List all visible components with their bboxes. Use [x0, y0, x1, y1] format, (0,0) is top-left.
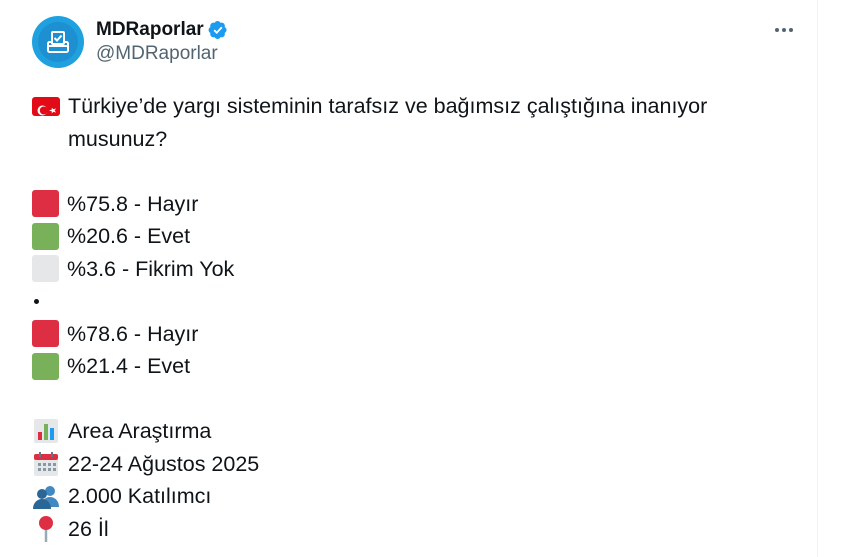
pin-icon [32, 515, 60, 543]
display-name[interactable]: MDRaporlar [96, 18, 204, 42]
separator [32, 285, 792, 318]
green-square-icon [32, 222, 59, 250]
question-line: Türkiye’de yargı sisteminin tarafsız ve … [32, 90, 792, 155]
result-row: %20.6 - Evet [32, 220, 792, 253]
participants-line: 2.000 Katılımcı [32, 480, 792, 513]
source-line: Area Araştırma [32, 415, 792, 448]
people-icon [32, 482, 60, 510]
author-names: MDRaporlar @MDRaporlar [96, 18, 228, 66]
red-square-icon [32, 320, 59, 348]
date-text: 22-24 Ağustos 2025 [68, 451, 260, 476]
tweet-header: MDRaporlar @MDRaporlar [32, 14, 228, 70]
result-text: %20.6 - Evet [67, 224, 191, 248]
result-text: %75.8 - Hayır [67, 191, 199, 216]
date-line: 22-24 Ağustos 2025 [32, 448, 792, 481]
tweet-text: Türkiye’de yargı sisteminin tarafsız ve … [32, 90, 792, 545]
more-options-icon[interactable] [766, 18, 802, 42]
white-square-icon [32, 255, 59, 283]
provinces-text: 26 İl [68, 516, 109, 541]
green-square-icon [32, 352, 59, 380]
handle[interactable]: @MDRaporlar [96, 42, 228, 66]
result-row: %78.6 - Hayır [32, 318, 792, 351]
tweet-card: MDRaporlar @MDRaporlar Türkiye’de yargı … [0, 0, 818, 557]
result-text: %21.4 - Evet [67, 354, 191, 378]
bullet-icon [34, 298, 39, 304]
red-square-icon [32, 190, 59, 218]
result-row: %75.8 - Hayır [32, 188, 792, 221]
bar-chart-icon [32, 417, 60, 445]
calendar-icon [32, 450, 60, 478]
result-text: %78.6 - Hayır [67, 321, 199, 346]
provinces-line: 26 İl [32, 513, 792, 546]
name-row: MDRaporlar [96, 18, 228, 42]
turkey-flag-icon [32, 97, 60, 116]
participants-text: 2.000 Katılımcı [68, 484, 212, 508]
result-text: %3.6 - Fikrim Yok [67, 256, 235, 281]
result-row: %21.4 - Evet [32, 350, 792, 383]
ballot-box-icon [38, 22, 78, 62]
avatar[interactable] [32, 16, 84, 68]
poll-question: Türkiye’de yargı sisteminin tarafsız ve … [68, 94, 708, 151]
verified-badge-icon[interactable] [208, 20, 228, 40]
result-row: %3.6 - Fikrim Yok [32, 253, 792, 286]
source-text: Area Araştırma [68, 419, 212, 443]
